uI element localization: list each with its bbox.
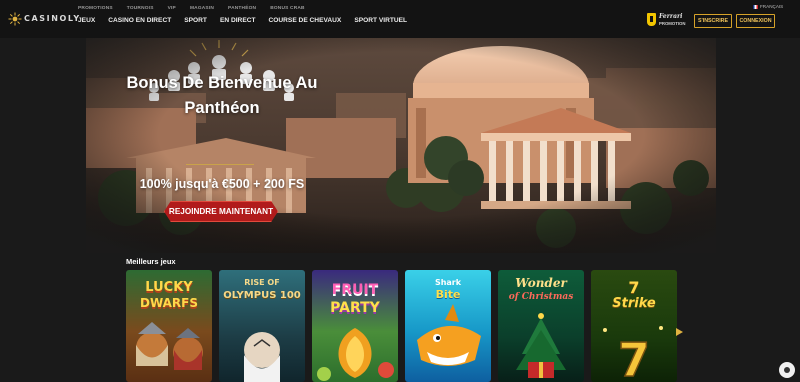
game-card-fruit-party[interactable]: FRUIT PARTY [312,270,398,382]
hero-title-line1: Bonus De Bienvenue Au [126,74,318,92]
game-title-line1: Shark [434,278,462,287]
login-button[interactable]: CONNEXION [736,14,775,28]
game-card-wonder-of-christmas[interactable]: Wonder of Christmas [498,270,584,382]
game-card-rise-of-olympus-100[interactable]: RISE OF OLYMPUS 100 [219,270,305,382]
casinoly-logo[interactable]: CASINOLY [8,12,79,26]
sun-logo-icon [8,12,22,26]
nav-jeux[interactable]: JEUX [78,17,95,24]
secondary-nav: PROMOTIONS TOURNOIS VIP MAGASIN PANTHÉON… [78,6,305,11]
nav-pantheon[interactable]: PANTHÉON [228,6,256,11]
game-card-shark-bite[interactable]: Shark Bite [405,270,491,382]
nav-tournois[interactable]: TOURNOIS [127,6,154,11]
svg-text:7: 7 [618,333,650,382]
site-header: CASINOLY PROMOTIONS TOURNOIS VIP MAGASIN… [0,0,800,38]
ferrari-shield-icon [647,13,656,26]
game-title-line2: PARTY [330,300,380,316]
hero-banner[interactable] [0,38,800,253]
french-flag-icon [753,4,758,9]
logo-text: CASINOLY [24,14,81,23]
nav-vip[interactable]: VIP [168,6,176,11]
nav-promotions[interactable]: PROMOTIONS [78,6,113,11]
nav-sport-virtuel[interactable]: SPORT VIRTUEL [354,17,407,24]
language-label: FRANÇAIS [760,4,784,9]
game-title-line2: DWARFS [139,296,199,310]
nav-bonus-crab[interactable]: BONUS CRAB [270,6,305,11]
game-title-line2: Strike [612,296,656,311]
ferrari-promotion-link[interactable]: Ferrari PROMOTION [647,13,692,29]
game-title-line1: LUCKY [145,280,193,295]
ferrari-name: Ferrari [659,13,683,20]
language-selector[interactable]: FRANÇAIS [753,4,783,9]
main-nav: JEUX CASINO EN DIRECT SPORT EN DIRECT CO… [78,17,407,24]
game-card-lucky-dwarfs[interactable]: LUCKY DWARFS [126,270,212,382]
nav-casino-en-direct[interactable]: CASINO EN DIRECT [108,17,171,24]
hero-divider [186,164,254,165]
nav-course-de-chevaux[interactable]: COURSE DE CHEVAUX [269,17,342,24]
hero-subtitle: 100% jusqu'à €500 + 200 FS [139,177,305,191]
nav-sport[interactable]: SPORT [184,17,207,24]
game-title-line2: OLYMPUS 100 [223,290,301,301]
game-title-line1: RISE OF [244,278,280,287]
game-title-line1: 7 [628,278,640,297]
games-carousel: LUCKY DWARFS RISE OF OLYMPUS 100 FRUIT P… [126,270,677,382]
nav-en-direct[interactable]: EN DIRECT [220,17,256,24]
register-button[interactable]: S'INSCRIRE [694,14,732,28]
ferrari-sub: PROMOTION [659,21,686,26]
join-now-button[interactable]: REJOINDRE MAINTENANT [164,201,278,222]
hero-title-line2: Panthéon [184,99,260,117]
nav-magasin[interactable]: MAGASIN [190,6,214,11]
game-title-line2: of Christmas [508,292,574,302]
game-title-line2: Bite [435,288,461,301]
game-title-line1: FRUIT [331,282,379,298]
carousel-next-arrow-icon[interactable] [676,328,683,336]
hero-title: Bonus De Bienvenue Au Panthéon [122,71,322,121]
chat-support-icon[interactable] [779,362,795,378]
section-title-top-games: Meilleurs jeux [126,257,176,266]
game-card-7-strike[interactable]: 7 7 Strike [591,270,677,382]
game-title-line1: Wonder [515,276,567,290]
